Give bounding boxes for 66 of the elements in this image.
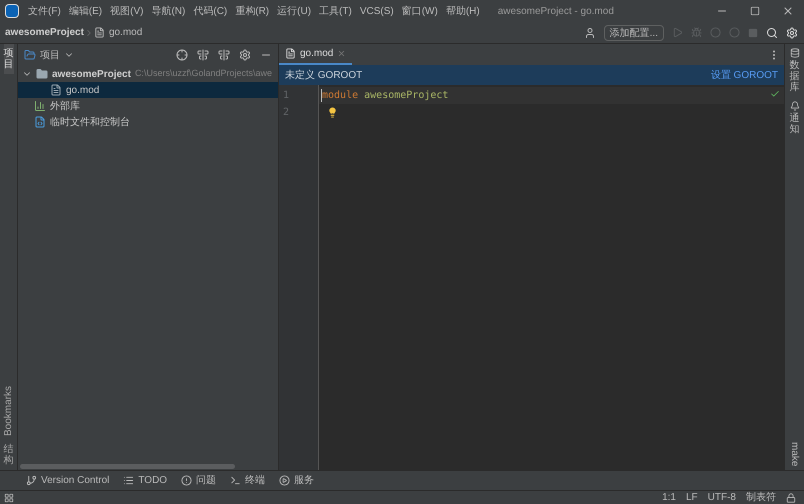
status-item[interactable]: 1:1 (662, 490, 676, 504)
tool-window-tab[interactable]: 数据库 (790, 60, 800, 93)
list-icon (123, 475, 134, 486)
alert-icon (181, 475, 192, 486)
database-icon (790, 48, 800, 58)
branch-icon (26, 475, 37, 486)
terminal-icon (230, 475, 242, 486)
lock-icon[interactable] (786, 492, 796, 502)
tree-item[interactable]: 临时文件和控制台 (18, 114, 278, 130)
menu-item[interactable]: 视图(V) (106, 4, 148, 18)
status-item[interactable]: UTF-8 (708, 490, 736, 504)
locate-icon[interactable] (176, 49, 188, 61)
close-icon[interactable] (782, 5, 794, 17)
maximize-icon[interactable] (750, 6, 760, 16)
scratch-icon (34, 116, 46, 128)
play-icon (279, 475, 290, 486)
layout-icon[interactable] (4, 492, 14, 502)
menu-item[interactable]: 运行(U) (273, 4, 316, 18)
lightbulb-icon[interactable] (327, 107, 338, 118)
settings-icon[interactable] (239, 49, 251, 61)
text-cursor (321, 89, 322, 102)
menu-item[interactable]: 工具(T) (315, 4, 356, 18)
file-icon (285, 48, 296, 59)
tool-window-tab[interactable]: 项目 (4, 44, 14, 74)
tree-item[interactable]: go.mod (18, 82, 278, 98)
banner-message: 未定义 GOROOT (285, 68, 362, 82)
menu-item[interactable]: 文件(F) (24, 4, 65, 18)
check-icon (770, 89, 780, 99)
breadcrumb[interactable]: awesomeProject (0, 25, 84, 40)
menu-item[interactable]: VCS(S) (356, 4, 398, 18)
settings-icon[interactable] (786, 26, 798, 38)
code-line: module awesomeProject (322, 89, 448, 103)
menu-item[interactable]: 窗口(W) (398, 4, 442, 18)
tool-window-button[interactable]: 终端 (230, 473, 266, 488)
library-icon (34, 100, 46, 112)
tool-window-tab[interactable]: Bookmarks (1, 382, 16, 440)
tree-item[interactable]: 外部库 (18, 98, 278, 114)
bell-icon (790, 101, 800, 111)
setup-goroot-link[interactable]: 设置 GOROOT (710, 68, 778, 82)
breadcrumb[interactable]: go.mod (108, 25, 142, 40)
tool-window-button[interactable]: TODO (123, 473, 168, 488)
tool-window-button[interactable]: 服务 (279, 473, 314, 488)
panel-icon (24, 49, 36, 61)
file-icon (50, 84, 62, 96)
status-item[interactable]: LF (686, 490, 698, 504)
menu-item[interactable]: 帮助(H) (442, 4, 484, 18)
search-icon[interactable] (766, 26, 778, 38)
window-title: awesomeProject - go.mod (498, 4, 614, 18)
user-icon[interactable] (584, 26, 596, 38)
file-icon (94, 27, 105, 38)
tool-window-button[interactable]: Version Control (26, 473, 110, 488)
tool-window-tab[interactable]: make (787, 442, 802, 466)
tree-item[interactable]: awesomeProject C:\Users\uzzf\GolandProjects\awe (18, 66, 278, 82)
add-configuration-button[interactable]: 添加配置... (604, 24, 664, 40)
tool-window-tab[interactable]: 通知 (790, 113, 800, 135)
menu-item[interactable]: 代码(C) (189, 4, 232, 18)
menu-item[interactable]: 编辑(E) (64, 4, 106, 18)
tool-window-button[interactable]: 问题 (181, 473, 216, 488)
folder-icon (36, 68, 48, 80)
panel-title[interactable]: 项目 (40, 48, 60, 62)
menu-item[interactable]: 重构(R) (231, 4, 274, 18)
tool-window-tab[interactable]: 结构 (4, 440, 14, 470)
status-item[interactable]: 制表符 (746, 490, 776, 504)
scrollbar[interactable] (20, 464, 235, 468)
app-logo-icon (5, 4, 19, 18)
menu-item[interactable]: 导航(N) (147, 4, 190, 18)
